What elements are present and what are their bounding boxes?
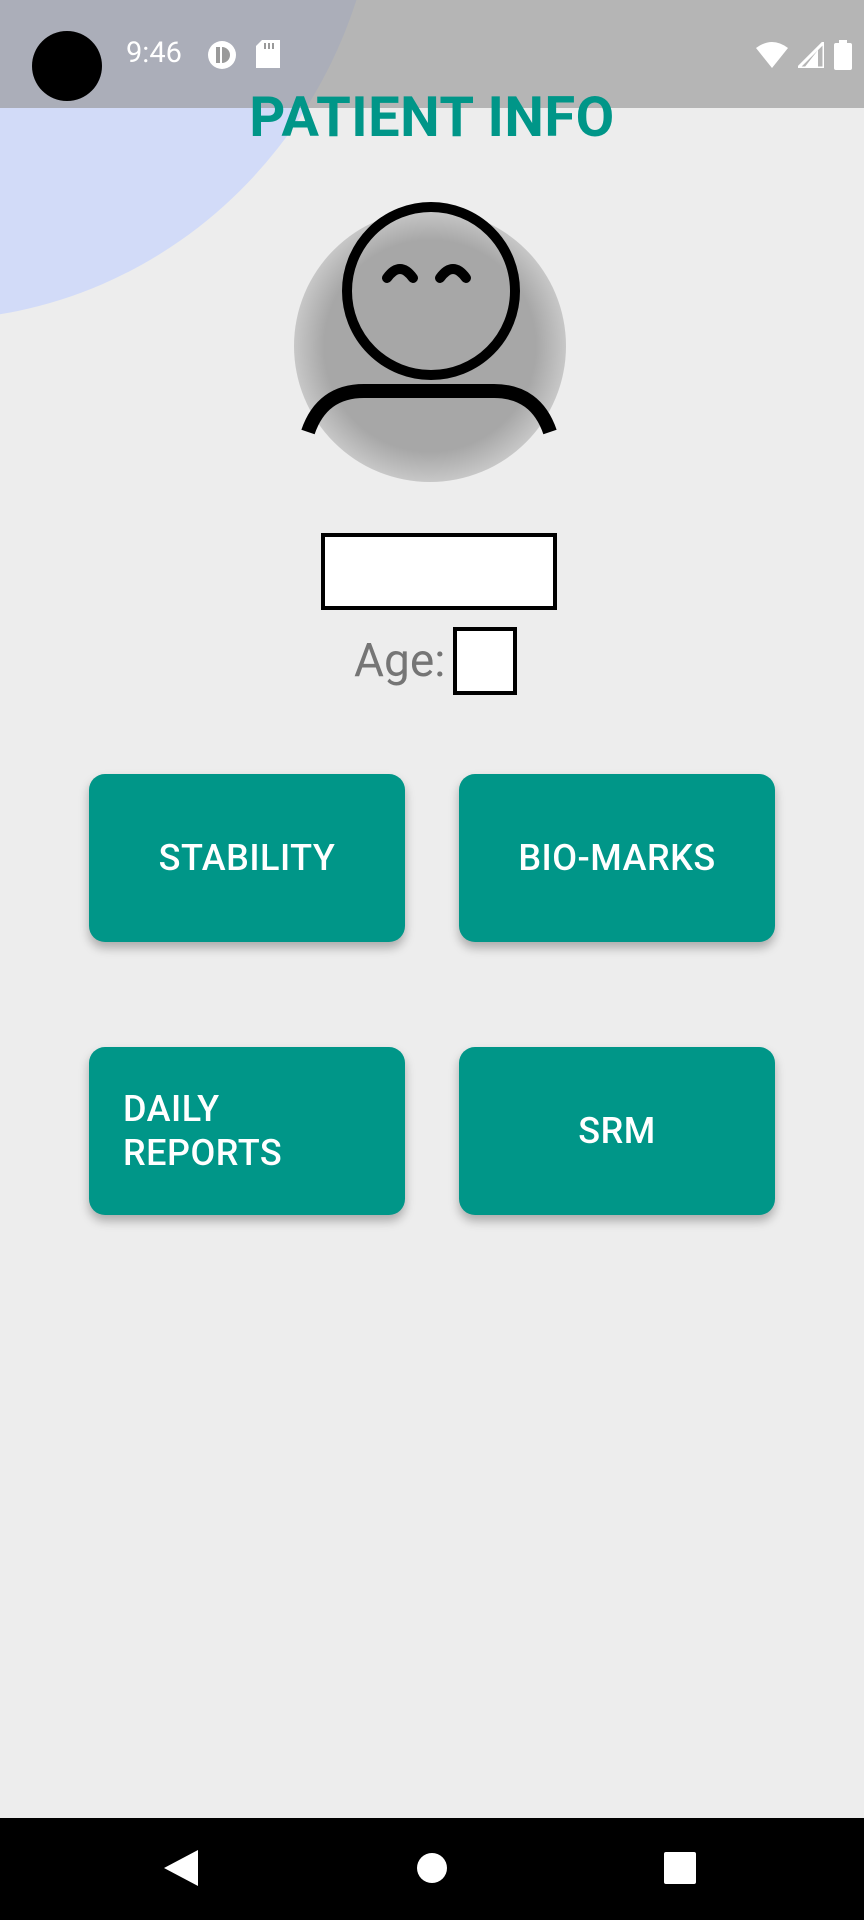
navigation-bar [0, 1818, 864, 1920]
battery-icon [834, 40, 852, 74]
status-time: 9:46 [126, 36, 182, 70]
recents-icon[interactable] [662, 1848, 698, 1892]
name-field[interactable] [321, 533, 557, 610]
back-icon[interactable] [162, 1848, 198, 1892]
daily-reports-button[interactable]: DAILY REPORTS [89, 1047, 405, 1215]
page-title: PATIENT INFO [249, 84, 615, 150]
wifi-icon [756, 42, 788, 72]
age-row: Age: [354, 627, 518, 695]
age-field[interactable] [453, 627, 518, 695]
bio-marks-button[interactable]: BIO-MARKS [459, 774, 775, 942]
person-icon [301, 202, 557, 435]
home-icon[interactable] [414, 1848, 450, 1892]
stability-button[interactable]: STABILITY [89, 774, 405, 942]
daily-reports-label: DAILY REPORTS [123, 1088, 283, 1174]
avatar[interactable] [294, 200, 566, 500]
screen: 9:46 PATIENT INFO Age: STABILITY BIO-MAR… [0, 0, 864, 1920]
sd-card-icon [256, 40, 280, 72]
signal-icon [794, 38, 826, 72]
srm-button[interactable]: SRM [459, 1047, 775, 1215]
pie-icon [207, 40, 237, 74]
age-label: Age: [354, 634, 446, 688]
